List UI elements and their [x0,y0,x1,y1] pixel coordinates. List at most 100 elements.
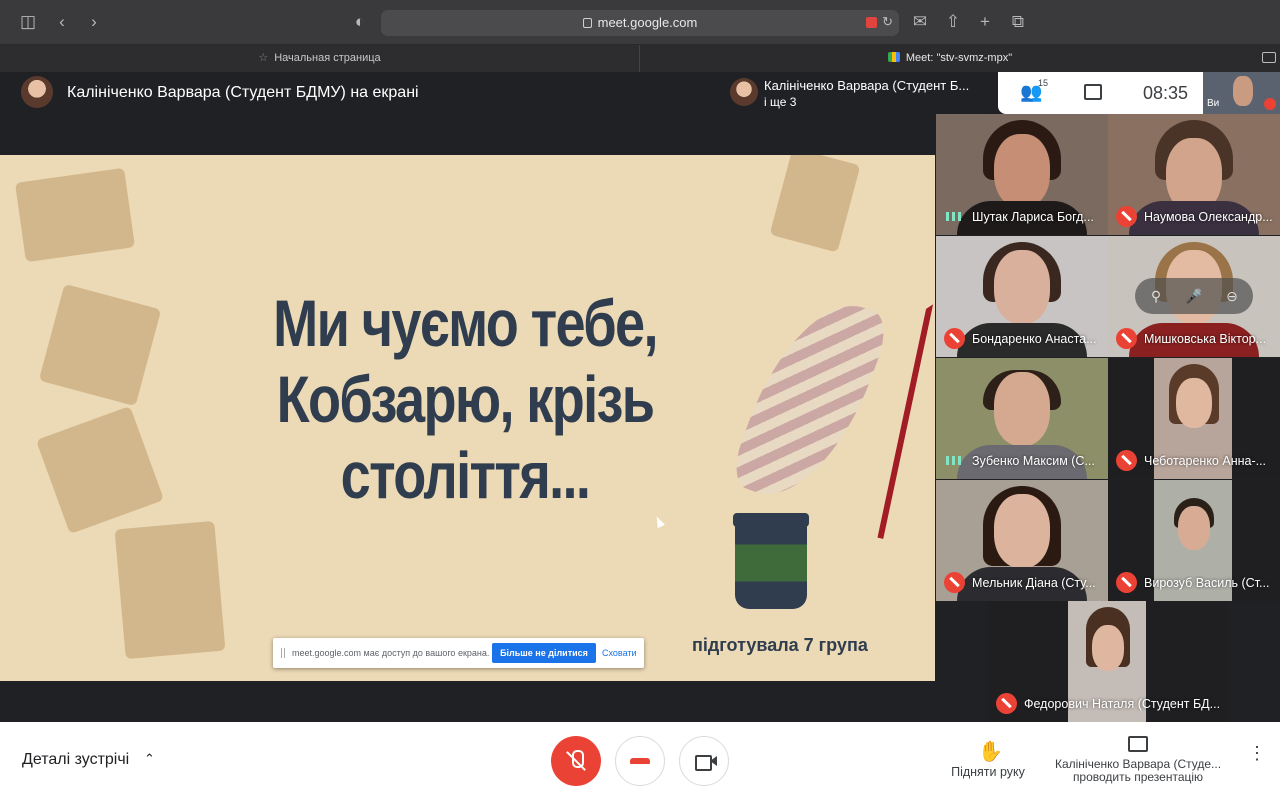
tab-start-page[interactable]: ☆ Начальная страница [0,45,640,72]
slide-title-line: століття... [340,438,591,512]
pin-icon[interactable]: ⚲ [1147,287,1165,305]
participant-name: Зубенко Максим (С... [972,454,1095,468]
slide-title-line: Ми чуємо тебе, [273,286,658,360]
mail-icon[interactable]: ✉ [908,10,932,34]
forward-icon[interactable]: › [82,10,106,34]
scroll-decoration [114,520,226,660]
participant-tile[interactable]: Вирозуб Василь (Ст... [1108,480,1280,601]
participant-face [1092,625,1124,671]
meet-favicon-icon [887,52,900,62]
participant-face [994,494,1050,568]
self-label: Ви [1207,98,1220,109]
participant-tile[interactable]: Бондаренко Анаста... [936,236,1108,357]
present-screen-icon[interactable] [1128,736,1148,752]
camera-toggle-button[interactable] [679,736,729,786]
presentation-status[interactable]: Калініченко Варвара (Студе... проводить … [1048,758,1228,784]
slide-footer: підготувала 7 група [692,635,868,655]
self-video-tile[interactable]: Ви [1203,72,1280,114]
mic-off-icon [1116,572,1137,593]
participant-name: Наумова Олександр... [1144,210,1273,224]
microphone-toggle-button[interactable] [551,736,601,786]
pinned-participants[interactable]: Калініченко Варвара (Студент Б... і ще 3 [722,72,998,114]
share-notice-text: meet.google.com має доступ до вашого екр… [292,648,490,658]
mute-participant-icon[interactable]: 🎤 [1185,287,1203,305]
raise-hand-label[interactable]: Підняти руку [950,765,1026,779]
participant-tile[interactable]: Шутак Лариса Богд... [936,114,1108,235]
mic-off-icon [1116,450,1137,471]
participant-tile[interactable]: Мельник Діана (Сту... [936,480,1108,601]
participant-face [994,372,1050,446]
new-tab-icon[interactable]: + [973,10,997,34]
more-options-icon[interactable]: ⋮ [1248,744,1266,762]
mic-off-icon [1264,98,1276,110]
chevron-up-icon[interactable]: ⌃ [144,751,155,767]
scroll-decoration [38,283,162,407]
participant-tile[interactable]: Наумова Олександр... [1108,114,1280,235]
address-bar[interactable]: meet.google.com ↻ [381,10,899,36]
tab-overview-icon[interactable]: ⧉ [1006,10,1030,34]
camera-indicator-icon[interactable] [1262,52,1276,63]
sidebar-icon[interactable]: ◫ [16,10,40,34]
presenter-banner: Калініченко Варвара (Студент БДМУ) на ек… [67,84,419,101]
speaking-indicator-icon [946,456,962,465]
meet-top-panel: 👥 15 08:35 [998,72,1203,114]
pinned-more: і ще 3 [764,95,797,109]
raise-hand-icon[interactable]: ✋ [978,739,1003,764]
privacy-shield-icon[interactable]: ◐ [348,10,372,34]
tab-meet[interactable]: Meet: "stv-svmz-mpx" [640,45,1260,72]
star-icon: ☆ [258,52,269,64]
participant-name: Шутак Лариса Богд... [972,210,1094,224]
slide-title: Ми чуємо тебе, Кобзарю, крізь століття..… [256,285,674,513]
shared-screen-slide: Ми чуємо тебе, Кобзарю, крізь століття..… [0,155,935,681]
scroll-decoration [769,155,861,253]
participant-face [1176,378,1212,428]
participant-face [1178,506,1210,550]
participant-name: Федорович Наталя (Студент БД... [1024,697,1221,711]
tab-label: Meet: "stv-svmz-mpx" [905,52,1013,64]
participant-name: Мельник Діана (Сту... [972,576,1096,590]
presenter-avatar [21,76,53,108]
meeting-clock: 08:35 [1143,83,1189,103]
quill-stem [726,270,934,540]
leave-call-button[interactable] [615,736,665,786]
participant-name: Вирозуб Василь (Ст... [1144,576,1270,590]
drag-handle-icon[interactable] [281,648,285,658]
participant-tile[interactable]: Федорович Наталя (Студент БД... [988,601,1228,722]
meeting-control-bar: Деталі зустрічі ⌃ ✋ Підняти руку Калініч… [0,722,1280,800]
tab-bar: ☆ Начальная страница Meet: "stv-svmz-mpx" [0,45,1280,72]
participant-name: Бондаренко Анаста... [972,332,1097,346]
hide-notice-link[interactable]: Сховати [602,648,637,658]
pinned-avatar [730,78,758,106]
participant-tile[interactable]: ⚲ 🎤 ⊖ Мишковська Віктор... [1108,236,1280,357]
tile-hover-controls: ⚲ 🎤 ⊖ [1135,278,1253,314]
scroll-decoration [14,167,136,263]
participant-tile[interactable]: Зубенко Максим (С... [936,358,1108,479]
participant-name: Мишковська Віктор... [1144,332,1267,346]
back-icon[interactable]: ‹ [50,10,74,34]
chat-icon[interactable] [1084,84,1102,100]
share-icon[interactable]: ⇧ [941,10,965,34]
pinned-name: Калініченко Варвара (Студент Б... [764,78,970,93]
stop-sharing-button[interactable]: Більше не ділитися [492,643,596,663]
lock-icon [582,18,592,28]
participant-face [994,134,1050,208]
mic-off-icon [1116,328,1137,349]
url-text: meet.google.com [597,15,698,30]
slide-title-line: Кобзарю, крізь [276,362,655,436]
reload-icon[interactable]: ↻ [882,14,893,30]
camera-in-use-icon[interactable] [866,17,877,28]
mic-off-icon [1116,206,1137,227]
self-video [1233,76,1253,106]
tab-label: Начальная страница [274,52,381,64]
scroll-decoration [35,405,165,535]
inkwell [735,517,807,609]
speaking-indicator-icon [946,212,962,221]
mic-off-icon [944,572,965,593]
remove-participant-icon[interactable]: ⊖ [1223,287,1241,305]
browser-toolbar: ◫ ‹ › ◐ meet.google.com ↻ ✉ ⇧ + ⧉ [0,0,1280,45]
participant-tile[interactable]: Чеботаренко Анна-... [1108,358,1280,479]
presenting-text: проводить презентацію [1072,770,1204,784]
mic-off-icon [944,328,965,349]
meeting-details-button[interactable]: Деталі зустрічі [22,751,129,769]
screen-share-notice: meet.google.com має доступ до вашого екр… [273,638,644,668]
